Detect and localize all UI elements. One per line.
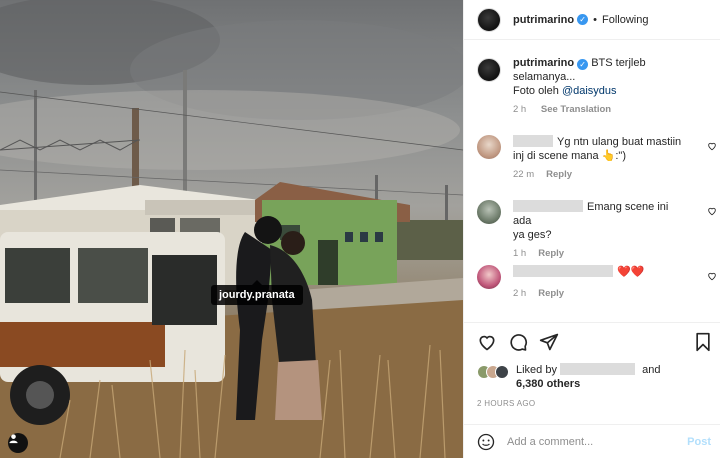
comment-time[interactable]: 1 h	[513, 248, 526, 259]
liked-by-label: Liked by	[516, 364, 557, 376]
separator-dot: •	[593, 13, 597, 26]
caption-text-line3: Foto oleh	[513, 85, 559, 97]
following-button[interactable]: Following	[602, 14, 648, 26]
comment-username-redacted[interactable]	[513, 265, 613, 277]
post-time-ago[interactable]: 2 HOURS AGO	[477, 399, 535, 408]
caption-text-line1: BTS terjleb	[591, 57, 646, 69]
caption-text-line2: selamanya...	[513, 71, 576, 83]
comment-item: ❤️❤️ 2 h Reply	[477, 265, 717, 301]
reply-button[interactable]: Reply	[538, 248, 564, 259]
comment-text-line1: ❤️❤️	[617, 266, 645, 278]
emoji-icon[interactable]	[477, 433, 495, 451]
comment-item: Yg ntn ulang buat mastiin inj di scene m…	[477, 135, 717, 182]
reply-button[interactable]: Reply	[538, 288, 564, 299]
heart-icon[interactable]	[477, 332, 497, 352]
comment-text-line1: Yg ntn ulang buat mastiin	[557, 136, 682, 148]
user-tag-icon[interactable]	[8, 433, 28, 453]
add-comment-bar: Add a comment... Post	[464, 424, 720, 458]
verified-icon: ✓	[577, 14, 589, 25]
caption-mention-link[interactable]: @daisydus	[562, 85, 617, 97]
comment-time[interactable]: 2 h	[513, 288, 526, 299]
comment-time[interactable]: 22 m	[513, 169, 534, 180]
action-bar	[464, 322, 720, 362]
likes-others-link[interactable]: 6,380 others	[516, 378, 580, 390]
see-translation-link[interactable]: See Translation	[541, 104, 611, 115]
heart-icon[interactable]	[707, 206, 717, 216]
heart-icon[interactable]	[707, 271, 717, 281]
comment-text-line2: ya ges?	[513, 229, 552, 241]
avatar[interactable]	[477, 265, 501, 289]
user-tag-label[interactable]: jourdy.pranata	[211, 280, 303, 305]
heart-icon[interactable]	[707, 141, 717, 151]
comment-username-redacted[interactable]	[513, 135, 553, 147]
post-button[interactable]: Post	[687, 436, 711, 448]
comment-username-redacted[interactable]	[513, 200, 583, 212]
photo-scene	[0, 0, 463, 458]
header-username[interactable]: putrimarino	[513, 14, 574, 26]
liked-and-label: and	[642, 364, 661, 376]
comment-icon[interactable]	[508, 332, 528, 352]
post-photo[interactable]: jourdy.pranata	[0, 0, 463, 458]
comment-item: Emang scene ini ada ya ges? 1 h Reply	[477, 200, 717, 261]
bookmark-icon[interactable]	[694, 332, 712, 352]
verified-icon: ✓	[577, 59, 589, 70]
post-header: putrimarino ✓ • Following	[464, 0, 720, 40]
post-caption: putrimarino ✓ BTS terjleb selamanya... Fo…	[477, 56, 709, 117]
reply-button[interactable]: Reply	[546, 169, 572, 180]
post-details-panel: putrimarino ✓ • Following putrimarino ✓ B…	[463, 0, 720, 458]
caption-username[interactable]: putrimarino	[513, 57, 574, 69]
share-icon[interactable]	[539, 332, 559, 352]
avatar[interactable]	[477, 58, 501, 82]
liker-avatars[interactable]	[477, 365, 509, 379]
caption-time[interactable]: 2 h	[513, 104, 526, 115]
comment-input[interactable]: Add a comment...	[507, 436, 687, 448]
avatar[interactable]	[477, 135, 501, 159]
avatar	[495, 365, 509, 379]
avatar[interactable]	[477, 200, 501, 224]
comment-text-line2: inj di scene mana 👆:")	[513, 150, 626, 162]
liker-username-redacted[interactable]	[560, 363, 636, 375]
avatar[interactable]	[477, 7, 501, 32]
likes-summary: Liked by and 6,380 others	[477, 363, 660, 391]
